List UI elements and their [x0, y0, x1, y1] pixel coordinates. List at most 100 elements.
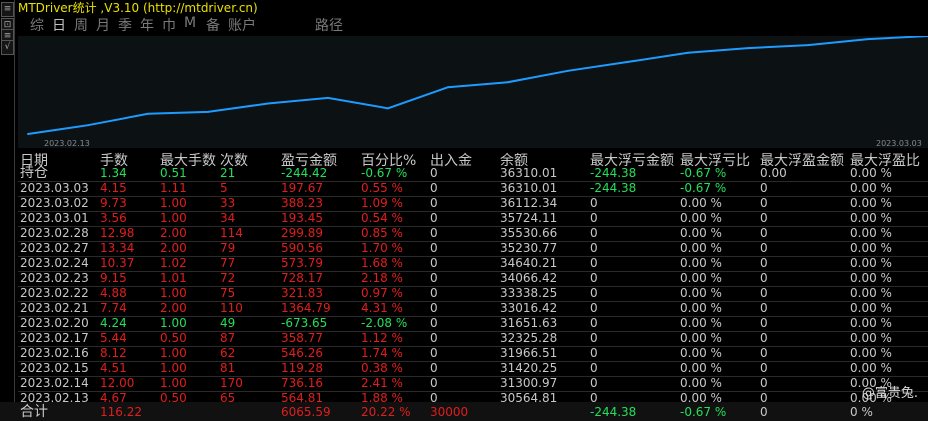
table-row[interactable]: 2023.02.24 10.37 1.02 77 573.79 1.68 % 0 34640.…: [0, 256, 928, 271]
balance-point: [87, 124, 89, 127]
cell-mfu-pct: 0.00 %: [850, 241, 892, 255]
cell-mfu-pct: 0.00 %: [850, 196, 892, 210]
cell-flow: 0: [430, 331, 438, 345]
cell-count: 21: [220, 166, 236, 180]
tab-magic[interactable]: M: [184, 15, 196, 31]
cell-mdd-amt: 0: [590, 211, 598, 225]
cell-mdd-pct: 0.00 %: [680, 316, 722, 330]
cell-count: 170: [220, 376, 243, 390]
cell-count: 79: [220, 241, 236, 255]
cell-date: 2023.03.01: [20, 211, 89, 225]
cell-flow: 0: [430, 301, 438, 315]
total-pl: 6065.59: [281, 405, 331, 419]
cell-mdd-amt: -244.38: [590, 166, 637, 180]
table-row[interactable]: 2023.03.01 3.56 1.00 34 193.45 0.54 % 0 35724.1…: [0, 211, 928, 226]
total-row: 合计 116.22 6065.59 20.22 % 30000 -244.38 -0.67 …: [0, 405, 928, 420]
cell-pct: -0.67 %: [361, 166, 408, 180]
cell-lots: 9.15: [100, 271, 127, 285]
tab-account[interactable]: 账户: [228, 15, 256, 35]
table-row[interactable]: 2023.02.16 8.12 1.00 62 546.26 1.74 % 0 31966.5…: [0, 346, 928, 361]
cell-flow: 0: [430, 181, 438, 195]
total-lots: 116.22: [100, 405, 142, 419]
balance-point: [267, 102, 269, 105]
tab-week[interactable]: 周: [74, 15, 88, 35]
balance-point: [507, 81, 509, 84]
cell-pct: 0.85 %: [361, 226, 403, 240]
cell-mdd-pct: 0.00 %: [680, 211, 722, 225]
cell-mfu-pct: 0.00 %: [850, 331, 892, 345]
table-row[interactable]: 2023.02.20 4.24 1.00 49 -673.65 -2.08 % 0 31651…: [0, 316, 928, 331]
cell-max-lots: 1.00: [160, 196, 187, 210]
cell-lots: 8.12: [100, 346, 127, 360]
table-row[interactable]: 2023.02.15 4.51 1.00 81 119.28 0.38 % 0 31420.2…: [0, 361, 928, 376]
cell-max-lots: 1.01: [160, 271, 187, 285]
cell-lots: 1.34: [100, 166, 127, 180]
cell-lots: 7.74: [100, 301, 127, 315]
cell-mdd-amt: 0: [590, 271, 598, 285]
balance-point: [867, 38, 869, 41]
balance-point: [567, 69, 569, 72]
cell-mdd-amt: 0: [590, 361, 598, 375]
table-row[interactable]: 2023.03.03 4.15 1.11 5 197.67 0.55 % 0 36310.01…: [0, 181, 928, 196]
cell-lots: 4.88: [100, 286, 127, 300]
cell-pct: 1.68 %: [361, 256, 403, 270]
cell-balance: 31300.97: [500, 376, 558, 390]
cell-flow: 0: [430, 256, 438, 270]
cell-max-lots: 1.00: [160, 346, 187, 360]
table-row[interactable]: 2023.02.21 7.74 2.00 110 1364.79 4.31 % 0 33016…: [0, 301, 928, 316]
window-title: MTDriver统计 ,V3.10 (http://mtdriver.cn): [18, 1, 258, 15]
cell-mfu-amt: 0: [760, 226, 768, 240]
cell-mfu-pct: 0.00 %: [850, 301, 892, 315]
cell-date: 2023.02.14: [20, 376, 89, 390]
cell-mfu-pct: 0.00 %: [850, 346, 892, 360]
cell-date: 持仓: [20, 165, 48, 181]
chart-background: [18, 36, 928, 148]
cell-flow: 0: [430, 241, 438, 255]
table-row[interactable]: 2023.02.27 13.34 2.00 79 590.56 1.70 % 0 35230.…: [0, 241, 928, 256]
open-position-row[interactable]: 持仓 1.34 0.51 21 -244.42 -0.67 % 0 36310.01 -244.…: [0, 166, 928, 181]
check-button[interactable]: √: [1, 40, 14, 55]
total-mfu-amt: 0: [760, 405, 768, 419]
tab-month[interactable]: 月: [96, 15, 110, 35]
cell-max-lots: 2.00: [160, 241, 187, 255]
cell-balance: 35724.11: [500, 211, 558, 225]
cell-date: 2023.03.02: [20, 196, 89, 210]
total-flow: 30000: [430, 405, 469, 419]
tab-summary[interactable]: 综: [30, 15, 44, 35]
table-row[interactable]: 2023.02.28 12.98 2.00 114 299.89 0.85 % 0 35530…: [0, 226, 928, 241]
table-row[interactable]: 2023.02.22 4.88 1.00 75 321.83 0.97 % 0 33338.2…: [0, 286, 928, 301]
table-row[interactable]: 2023.02.23 9.15 1.01 72 728.17 2.18 % 0 34066.4…: [0, 271, 928, 286]
cell-mfu-pct: 0.00 %: [850, 256, 892, 270]
cell-flow: 0: [430, 196, 438, 210]
cell-lots: 12.00: [100, 376, 135, 390]
cell-flow: 0: [430, 361, 438, 375]
cell-mdd-pct: 0.00 %: [680, 376, 722, 390]
tab-path[interactable]: 路径: [315, 15, 343, 35]
chart-start-date: 2023.02.13: [44, 139, 90, 148]
cell-mfu-amt: 0: [760, 301, 768, 315]
tab-symbol[interactable]: 巾: [162, 15, 176, 35]
cell-pl: 299.89: [281, 226, 323, 240]
table-row[interactable]: 2023.02.17 5.44 0.50 87 358.77 1.12 % 0 32325.2…: [0, 331, 928, 346]
cell-flow: 0: [430, 346, 438, 360]
cell-count: 5: [220, 181, 228, 195]
cell-flow: 0: [430, 271, 438, 285]
cell-mfu-pct: 0.00 %: [850, 316, 892, 330]
cell-count: 110: [220, 301, 243, 315]
cell-pl: -244.42: [281, 166, 328, 180]
tab-quarter[interactable]: 季: [118, 15, 132, 35]
table-row[interactable]: 2023.02.14 12.00 1.00 170 736.16 2.41 % 0 31300…: [0, 376, 928, 391]
cell-balance: 33338.25: [500, 286, 558, 300]
cell-pct: 0.54 %: [361, 211, 403, 225]
cell-mdd-amt: 0: [590, 286, 598, 300]
tab-day[interactable]: 日: [52, 15, 66, 35]
cell-flow: 0: [430, 226, 438, 240]
cell-lots: 13.34: [100, 241, 135, 255]
cell-balance: 31651.63: [500, 316, 558, 330]
menu-button[interactable]: ≡: [1, 2, 14, 17]
cell-flow: 0: [430, 166, 438, 180]
tab-note[interactable]: 备: [206, 15, 220, 35]
table-row[interactable]: 2023.03.02 9.73 1.00 33 388.23 1.09 % 0 36112.3…: [0, 196, 928, 211]
balance-point: [447, 86, 449, 89]
tab-year[interactable]: 年: [140, 15, 154, 35]
